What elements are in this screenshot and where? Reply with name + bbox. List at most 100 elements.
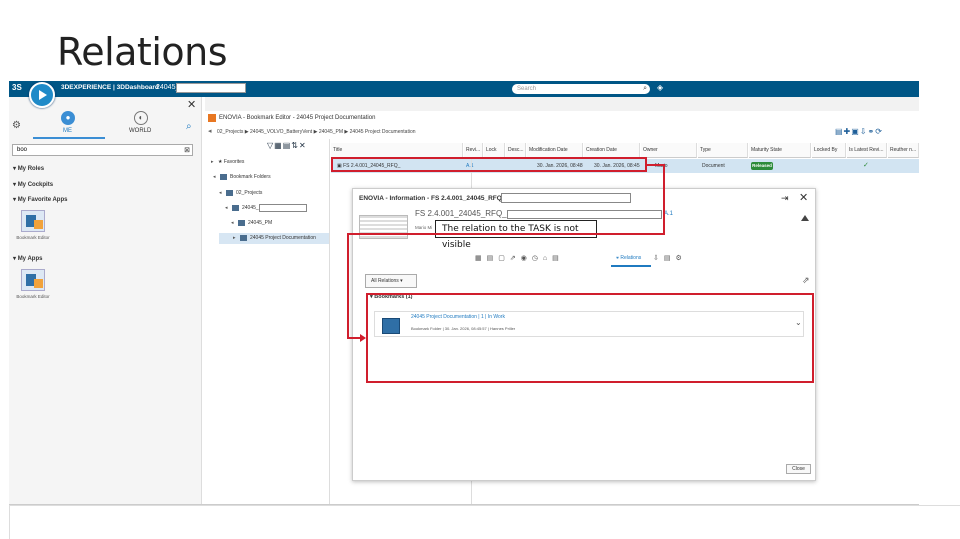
tree-item-projects[interactable]: ◂ 02_Projects [219, 188, 262, 199]
column-header[interactable]: Locked By [812, 143, 846, 158]
annotation-arrow-segment [347, 233, 665, 235]
ds-logo-icon[interactable]: 3S [12, 83, 26, 95]
app-tile-bookmark-editor[interactable]: Bookmark Editor [13, 269, 53, 299]
section-label: My Cockpits [17, 182, 54, 188]
enovia-app-icon [208, 114, 216, 122]
tree-item-label: Bookmark Folders [230, 174, 271, 180]
close-button[interactable]: Close [786, 464, 811, 474]
row-type-cell: Document [702, 163, 725, 169]
top-bar: 3S 3DEXPERIENCE | 3DDashboard 24045_ Sea… [9, 81, 919, 97]
dropdown-value: All Relations [371, 278, 399, 284]
tab-label: Relations [620, 255, 642, 261]
annotation-arrowhead [360, 334, 366, 342]
info-tab-icons[interactable]: ▦▤▢⇗◉◷⌂▤ [475, 254, 564, 262]
app-header: ENOVIA - Bookmark Editor - 24045 Project… [205, 112, 919, 124]
section-my-apps[interactable]: ▾ My Apps [13, 255, 42, 262]
close-icon[interactable]: ✕ [799, 191, 808, 204]
section-my-roles[interactable]: ▾ My Roles [13, 165, 44, 172]
dashboard-name-field [176, 83, 246, 93]
bookmark-editor-icon [21, 210, 45, 232]
bookmark-editor-icon [21, 269, 45, 291]
info-tab-icons-right[interactable]: ⇩▤⚙ [653, 254, 687, 262]
expand-icon[interactable]: ▸ [211, 157, 218, 168]
search-icon[interactable]: ⌕ [643, 84, 647, 94]
object-owner: Mario Mi [415, 225, 433, 230]
check-icon: ✓ [863, 162, 869, 169]
tree-item-label: 02_Projects [236, 190, 263, 196]
column-header[interactable]: Owner [641, 143, 697, 158]
section-label: My Roles [17, 166, 45, 172]
column-header[interactable]: Creation Date [584, 143, 640, 158]
folder-icon [226, 189, 233, 196]
global-search-input[interactable]: Search ⌕ [512, 84, 650, 94]
tag-icon[interactable]: ◈ [657, 83, 663, 92]
expand-icon[interactable]: ◂ [219, 188, 226, 199]
row-owner-cell: Mario [655, 163, 668, 169]
tree-item-24045[interactable]: ◂ 24045_ [225, 203, 307, 214]
status-badge: Released [751, 162, 773, 170]
app-header-title: ENOVIA - Bookmark Editor - 24045 Project… [219, 115, 376, 121]
section-my-favorite-apps[interactable]: ▾ My Favorite Apps [13, 196, 67, 203]
folder-icon [232, 204, 239, 211]
tree-toolbar-icons[interactable]: ▽▦▤⇅✕ [267, 141, 307, 150]
search-placeholder: Search [517, 86, 537, 92]
close-icon[interactable]: ✕ [187, 98, 196, 111]
object-title-field [507, 210, 662, 219]
breadcrumb-text[interactable]: 02_Projects ▶ 24045_VOLVO_BatteryVent ▶ … [217, 129, 416, 135]
relations-filter-dropdown[interactable]: All Relations ▾ [365, 274, 417, 288]
login-icon[interactable]: ⇥ [781, 193, 789, 204]
folder-name-field [258, 203, 307, 212]
section-my-cockpits[interactable]: ▾ My Cockpits [13, 181, 53, 188]
world-icon[interactable]: ◐ [134, 111, 148, 125]
column-header[interactable]: Type [698, 143, 748, 158]
collapse-up-icon[interactable] [801, 215, 809, 221]
tree-item-favorites[interactable]: ▸ ★ Favorites [211, 157, 244, 168]
section-label: My Favorite Apps [17, 197, 68, 203]
tree-item-pm[interactable]: ◂ 24045_PM [231, 218, 272, 229]
folder-icon [220, 173, 227, 180]
column-header[interactable]: Revi... [464, 143, 483, 158]
column-header[interactable]: Reuther n... [888, 143, 919, 158]
action-toolbar-icons[interactable]: ▤✚▣⇩⚭⟳ [835, 127, 883, 136]
app-search-value: boo [17, 147, 28, 153]
expand-icon[interactable]: ▸ [233, 233, 240, 244]
me-tab[interactable]: ME [63, 128, 72, 134]
tab-relations[interactable]: ⚹ Relations [616, 255, 641, 261]
slide: Relations 3S 3DEXPERIENCE | 3DDashboard … [0, 0, 960, 539]
gear-icon[interactable]: ⚙ [12, 120, 21, 131]
column-header[interactable]: Modification Date [527, 143, 583, 158]
active-tab-underline [611, 265, 651, 267]
annotation-arrow-segment [663, 166, 665, 234]
search-icon[interactable]: ⌕ [186, 121, 192, 132]
world-tab[interactable]: WORLD [129, 128, 151, 134]
expand-icon[interactable]: ◂ [225, 203, 232, 214]
breadcrumb[interactable]: ◂ 02_Projects ▶ 24045_VOLVO_BatteryVent … [205, 126, 919, 138]
back-arrow-icon[interactable]: ◂ [208, 126, 212, 138]
column-header[interactable]: Is Latest Revi... [847, 143, 887, 158]
annotation-callout: The relation to the TASK is not visible [435, 220, 597, 250]
column-header[interactable]: Title [331, 143, 463, 158]
tree-item-project-documentation[interactable]: ▸ 24045 Project Documentation [219, 233, 329, 244]
menu-bar [205, 97, 919, 111]
me-avatar-icon[interactable]: ● [61, 111, 75, 125]
folder-icon [238, 219, 245, 226]
app-label: Bookmark Editor [16, 235, 50, 240]
open-external-icon[interactable]: ⇗ [802, 275, 810, 286]
app-tile-bookmark-editor[interactable]: Bookmark Editor [13, 210, 53, 240]
expand-icon[interactable]: ◂ [213, 172, 220, 183]
column-header[interactable]: Lock [484, 143, 505, 158]
app-label: Bookmark Editor [16, 294, 50, 299]
document-thumbnail [359, 215, 408, 239]
title-name-field [501, 193, 631, 203]
folder-icon [240, 234, 247, 241]
column-header[interactable]: Maturity State [749, 143, 811, 158]
section-label: My Apps [17, 256, 43, 262]
clear-icon[interactable]: ⊠ [184, 145, 190, 156]
tree-item-bookmark-folders[interactable]: ◂ Bookmark Folders [213, 172, 271, 183]
app-search-input[interactable]: boo ⊠ [12, 144, 193, 156]
bottom-strip [9, 505, 960, 539]
compass-icon[interactable] [29, 82, 55, 108]
left-panel: ✕ ⚙ ● ME ◐ WORLD ⌕ boo ⊠ ▾ My Roles ▾ My… [9, 97, 202, 504]
column-header[interactable]: Desc... [506, 143, 526, 158]
expand-icon[interactable]: ◂ [231, 218, 238, 229]
